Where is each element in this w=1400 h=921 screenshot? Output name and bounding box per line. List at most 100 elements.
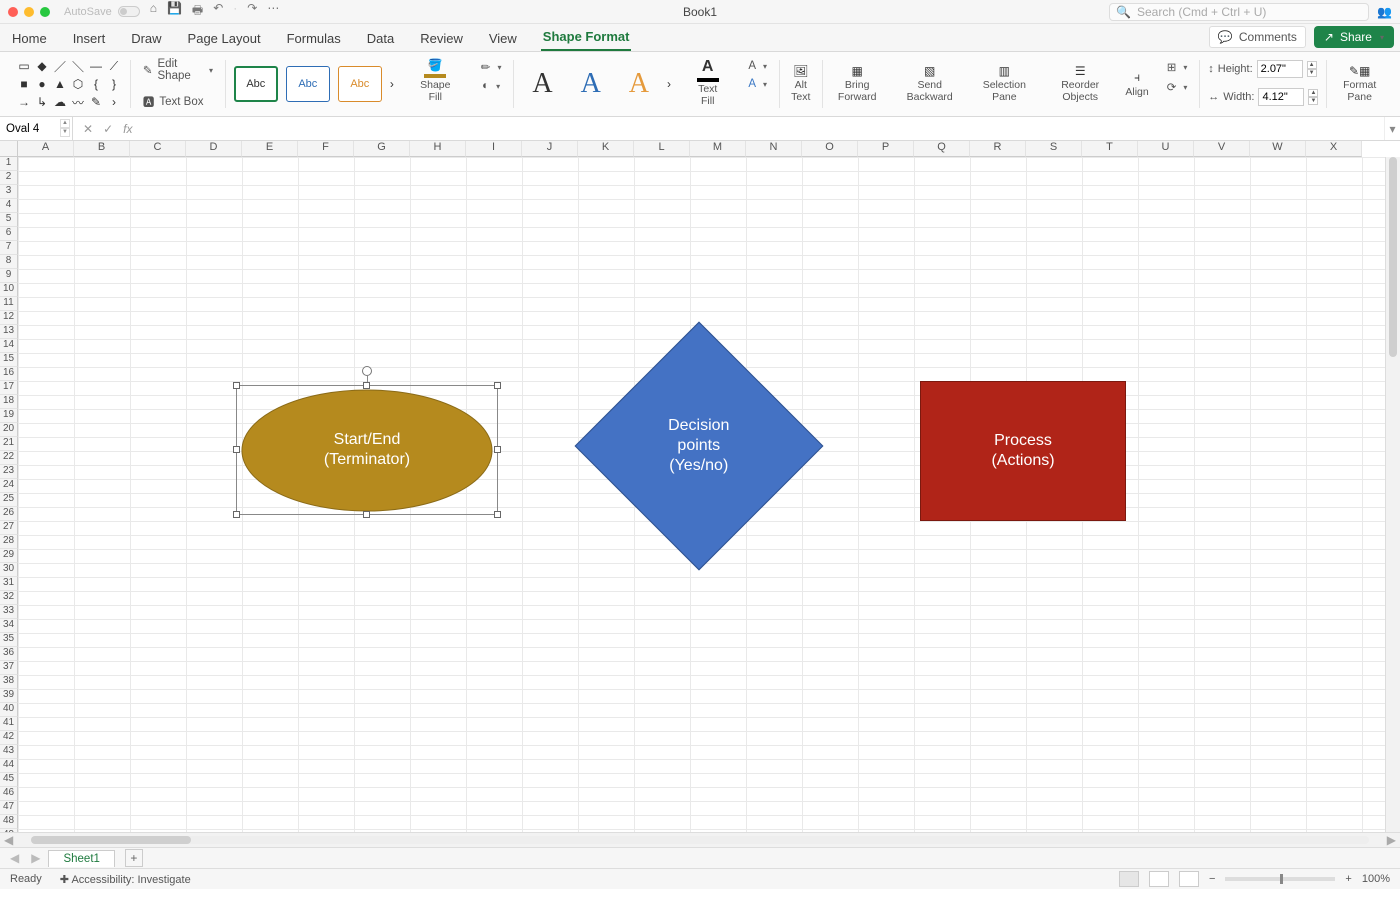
maximize-window-icon[interactable] <box>40 7 50 17</box>
col-header[interactable]: L <box>634 141 690 157</box>
col-header[interactable]: Q <box>914 141 970 157</box>
sheet-nav-prev-icon[interactable]: ◀ <box>6 851 23 865</box>
row-header[interactable]: 25 <box>0 493 18 507</box>
comments-button[interactable]: 💬 Comments <box>1209 26 1306 48</box>
row-header[interactable]: 10 <box>0 283 18 297</box>
row-header[interactable]: 6 <box>0 227 18 241</box>
col-header[interactable]: W <box>1250 141 1306 157</box>
tab-data[interactable]: Data <box>365 26 396 51</box>
col-header[interactable]: R <box>970 141 1026 157</box>
view-page-layout-icon[interactable] <box>1149 871 1169 887</box>
row-header[interactable]: 14 <box>0 339 18 353</box>
shape-conn-icon[interactable]: ↳ <box>34 94 50 110</box>
sheet-nav-next-icon[interactable]: ▶ <box>27 851 44 865</box>
shape-circle-icon[interactable]: ● <box>34 76 50 92</box>
row-header[interactable]: 7 <box>0 241 18 255</box>
col-header[interactable]: U <box>1138 141 1194 157</box>
share-pane-icon[interactable]: 👥 <box>1377 5 1392 19</box>
width-field[interactable]: ↔ Width: ▲▼ <box>1208 88 1318 106</box>
tab-view[interactable]: View <box>487 26 519 51</box>
shape-line4-icon[interactable]: ⟋ <box>106 58 122 74</box>
col-header[interactable]: T <box>1082 141 1138 157</box>
row-header[interactable]: 1 <box>0 157 18 171</box>
cells-area[interactable]: Start/End (Terminator) Decision points (… <box>18 157 1400 847</box>
row-header[interactable]: 27 <box>0 521 18 535</box>
col-header[interactable]: C <box>130 141 186 157</box>
row-header[interactable]: 36 <box>0 647 18 661</box>
vertical-scrollbar[interactable] <box>1385 157 1400 832</box>
shape-oval-selection[interactable]: Start/End (Terminator) <box>236 385 498 515</box>
resize-handle[interactable] <box>363 511 370 518</box>
col-header[interactable]: A <box>18 141 74 157</box>
zoom-level[interactable]: 100% <box>1362 873 1390 885</box>
col-header[interactable]: O <box>802 141 858 157</box>
row-header[interactable]: 15 <box>0 353 18 367</box>
zoom-slider[interactable] <box>1225 877 1335 881</box>
select-all-corner[interactable] <box>0 141 18 157</box>
autosave-toggle[interactable]: AutoSave <box>64 6 140 18</box>
tab-page-layout[interactable]: Page Layout <box>186 26 263 51</box>
wordart-style-1[interactable]: A <box>522 68 562 100</box>
row-header[interactable]: 45 <box>0 773 18 787</box>
resize-handle[interactable] <box>494 382 501 389</box>
home-icon[interactable]: ⌂ <box>150 1 157 22</box>
shape-style-3[interactable]: Abc <box>338 66 382 102</box>
name-box-input[interactable] <box>6 123 54 135</box>
row-header[interactable]: 5 <box>0 213 18 227</box>
row-header[interactable]: 33 <box>0 605 18 619</box>
shape-fill-button[interactable]: 🪣 Shape Fill <box>410 58 461 103</box>
rotate-button[interactable]: ⟳▾ <box>1163 78 1192 96</box>
row-header[interactable]: 28 <box>0 535 18 549</box>
width-spinner[interactable]: ▲▼ <box>1308 89 1318 105</box>
shape-diamond[interactable]: Decision points (Yes/no) <box>564 357 834 535</box>
shape-style-2[interactable]: Abc <box>286 66 330 102</box>
shape-arrow-icon[interactable]: → <box>16 94 32 110</box>
tab-draw[interactable]: Draw <box>129 26 163 51</box>
edit-shape-button[interactable]: ✎ Edit Shape ▾ <box>139 56 217 84</box>
share-button[interactable]: ↗ Share ▾ <box>1314 26 1394 48</box>
row-header[interactable]: 24 <box>0 479 18 493</box>
col-header[interactable]: G <box>354 141 410 157</box>
row-header[interactable]: 9 <box>0 269 18 283</box>
text-fill-button[interactable]: A Text Fill <box>687 58 728 107</box>
row-header[interactable]: 40 <box>0 703 18 717</box>
shape-curve-icon[interactable]: 〰 <box>70 94 86 110</box>
row-header[interactable]: 37 <box>0 661 18 675</box>
width-input[interactable] <box>1258 88 1304 106</box>
name-box-spinner[interactable]: ▲▼ <box>60 119 70 137</box>
undo-icon[interactable]: ↶ <box>213 1 223 22</box>
resize-handle[interactable] <box>233 446 240 453</box>
format-pane-button[interactable]: ✎▦ Format Pane <box>1327 56 1392 112</box>
scroll-right-icon[interactable]: ▶ <box>1383 833 1400 847</box>
row-header[interactable]: 2 <box>0 171 18 185</box>
zoom-in-icon[interactable]: + <box>1345 873 1351 885</box>
sheet-tab-1[interactable]: Sheet1 <box>48 850 114 867</box>
expand-formula-bar-icon[interactable]: ▾ <box>1384 117 1400 140</box>
row-header[interactable]: 11 <box>0 297 18 311</box>
shape-blob-icon[interactable]: ☁ <box>52 94 68 110</box>
print-icon[interactable]: 🖶 <box>192 1 203 22</box>
resize-handle[interactable] <box>363 382 370 389</box>
cancel-formula-icon[interactable]: ✕ <box>83 122 93 136</box>
row-header[interactable]: 38 <box>0 675 18 689</box>
horizontal-scrollbar[interactable]: ◀ ▶ <box>0 832 1400 847</box>
shape-style-1[interactable]: Abc <box>234 66 278 102</box>
row-header[interactable]: 47 <box>0 801 18 815</box>
row-header[interactable]: 4 <box>0 199 18 213</box>
scroll-thumb[interactable] <box>31 836 191 844</box>
fx-icon[interactable]: fx <box>123 122 132 136</box>
toggle-icon[interactable] <box>118 6 140 17</box>
row-header[interactable]: 43 <box>0 745 18 759</box>
gallery-more-icon[interactable]: › <box>390 77 394 91</box>
row-header[interactable]: 46 <box>0 787 18 801</box>
col-header[interactable]: J <box>522 141 578 157</box>
shape-line-icon[interactable]: ／ <box>52 58 68 74</box>
col-header[interactable]: D <box>186 141 242 157</box>
row-header[interactable]: 23 <box>0 465 18 479</box>
shape-line2-icon[interactable]: ＼ <box>70 58 86 74</box>
zoom-out-icon[interactable]: − <box>1209 873 1215 885</box>
name-box[interactable]: ▲▼ <box>0 117 73 140</box>
send-backward-button[interactable]: ▧ Send Backward <box>892 56 968 112</box>
col-header[interactable]: H <box>410 141 466 157</box>
column-headers[interactable]: ABCDEFGHIJKLMNOPQRSTUVWX <box>18 141 1400 157</box>
